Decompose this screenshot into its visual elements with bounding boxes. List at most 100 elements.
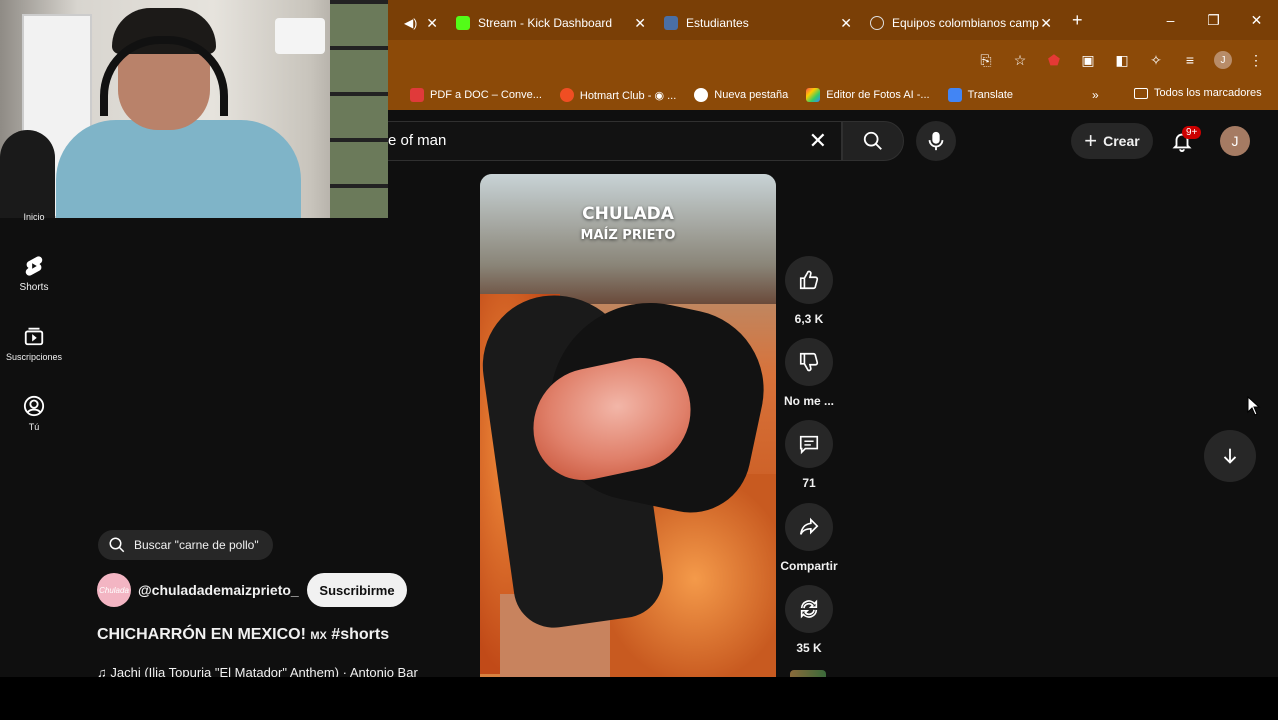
tab-kick-dashboard[interactable]: Stream - Kick Dashboard ✕ [446, 7, 654, 39]
new-tab-button[interactable]: + [1072, 10, 1083, 31]
you-icon [22, 394, 46, 418]
tab-current-audio[interactable]: ◀) ✕ [388, 7, 446, 39]
hotmart-icon [559, 88, 574, 102]
channel-name[interactable]: @chuladademaizprieto_ [138, 582, 299, 598]
screen: ◀) ✕ Stream - Kick Dashboard ✕ Estudiant… [0, 0, 1278, 720]
browser-tab-bar: ◀) ✕ Stream - Kick Dashboard ✕ Estudiant… [388, 0, 1278, 40]
microphone-icon [928, 131, 944, 151]
comments-button[interactable] [785, 420, 833, 468]
sidebar-item-inicio[interactable]: Inicio [0, 212, 68, 222]
like-action: 6,3 K [784, 256, 834, 326]
account-avatar[interactable]: J [1220, 126, 1250, 156]
globe-icon [694, 88, 709, 102]
remix-icon [800, 599, 818, 619]
dislike-button[interactable] [785, 338, 833, 386]
all-bookmarks-label: Todos los marcadores [1154, 87, 1262, 99]
like-count: 6,3 K [794, 312, 824, 326]
tab-label: Equipos colombianos camp [892, 16, 1039, 30]
webcam-person-shirt [56, 120, 301, 218]
thumbs-up-icon [799, 270, 819, 290]
tab-label: Estudiantes [686, 16, 749, 30]
bookmarks-bar: PDF a DOC – Conve... Hotmart Club - ◉ ..… [388, 80, 1278, 110]
extension-grey-icon[interactable]: ◧ [1112, 50, 1132, 70]
search-button[interactable] [842, 121, 904, 161]
tab-estudiantes[interactable]: Estudiantes ✕ [654, 7, 860, 39]
all-bookmarks-button[interactable]: Todos los marcadores [1134, 87, 1262, 99]
minimize-button[interactable]: – [1149, 0, 1192, 40]
sidebar-item-label: Inicio [23, 212, 45, 222]
dislike-action: No me ... [784, 338, 834, 408]
install-app-icon[interactable]: ⎘ [976, 50, 996, 70]
like-button[interactable] [785, 256, 833, 304]
bookmark-label: Hotmart Club - ◉ ... [579, 89, 677, 102]
pdf-icon [410, 88, 424, 102]
sidebar-item-label: Suscripciones [5, 352, 63, 362]
sidebar-item-label: Shorts [19, 282, 49, 293]
tab-close-icon[interactable]: ✕ [426, 15, 438, 32]
sidebar-item-suscripciones[interactable]: Suscripciones [0, 324, 68, 362]
bookmark-nueva-pestana[interactable]: Nueva pestaña [694, 88, 788, 102]
search-icon [863, 131, 882, 150]
bookmarks-overflow-icon[interactable]: » [1092, 88, 1099, 102]
bookmark-hotmart[interactable]: Hotmart Club - ◉ ... [559, 88, 677, 102]
share-label: Compartir [780, 559, 838, 573]
arrow-down-icon [1223, 448, 1237, 464]
sidebar-item-shorts[interactable]: Shorts [0, 254, 68, 293]
kick-favicon-icon [456, 16, 470, 30]
folder-icon [1134, 87, 1148, 99]
close-window-button[interactable]: ✕ [1235, 0, 1278, 40]
bookmark-star-icon[interactable]: ☆ [1010, 50, 1030, 70]
comment-icon [799, 435, 819, 455]
tab-close-icon[interactable]: ✕ [1040, 15, 1052, 32]
extension-dark-icon[interactable]: ▣ [1078, 50, 1098, 70]
plus-icon: + [1084, 128, 1098, 153]
share-button[interactable] [785, 503, 833, 551]
voice-search-button[interactable] [916, 121, 956, 161]
sidebar-item-tu[interactable]: Tú [0, 394, 68, 432]
subscriptions-icon [22, 324, 46, 348]
toolbar-icons: ⎘ ☆ ⬟ ▣ ◧ ✧ ≡ J ⋮ [976, 50, 1266, 70]
next-short-button[interactable] [1204, 430, 1256, 482]
bookmark-label: Editor de Fotos AI -... [826, 89, 930, 101]
media-controls-icon[interactable]: ≡ [1180, 50, 1200, 70]
bookmark-editor-fotos[interactable]: Editor de Fotos AI -... [806, 88, 930, 102]
remix-button[interactable] [785, 585, 833, 633]
bookmark-pdf-a-doc[interactable]: PDF a DOC – Conve... [410, 88, 542, 102]
sidebar-item-label: Tú [28, 422, 40, 432]
share-icon [799, 517, 819, 535]
maximize-button[interactable]: ❐ [1192, 0, 1235, 40]
remix-count: 35 K [796, 641, 822, 655]
tab-close-icon[interactable]: ✕ [840, 15, 852, 32]
extensions-puzzle-icon[interactable]: ✧ [1146, 50, 1166, 70]
channel-avatar[interactable]: Chulada [97, 573, 131, 607]
translate-icon [947, 88, 962, 102]
remix-action: 35 K [784, 585, 834, 655]
shorts-icon [22, 254, 46, 278]
browser-menu-icon[interactable]: ⋮ [1246, 50, 1266, 70]
profile-avatar[interactable]: J [1214, 51, 1232, 69]
share-action: Compartir [780, 503, 838, 573]
bookmark-translate[interactable]: Translate [947, 88, 1014, 102]
bookmark-label: Translate [967, 89, 1014, 101]
create-button[interactable]: + Crear [1071, 123, 1153, 159]
hashtag-link[interactable]: #shorts [331, 626, 389, 643]
short-video-player[interactable]: CHULADA MAÍZ PRIETO [480, 174, 776, 677]
thumbs-down-icon [799, 352, 819, 372]
clear-search-icon[interactable]: ✕ [809, 128, 827, 154]
dislike-label: No me ... [784, 394, 835, 408]
extension-red-icon[interactable]: ⬟ [1044, 50, 1064, 70]
comment-count: 71 [802, 476, 816, 490]
tab-close-icon[interactable]: ✕ [634, 15, 646, 32]
video-overlay-subtitle: MAÍZ PRIETO [580, 228, 676, 243]
bottom-letterbox [0, 677, 1278, 720]
search-input[interactable]: e of man ✕ [388, 121, 842, 161]
related-search-label: Buscar "carne de pollo" [134, 538, 259, 552]
tab-equipos[interactable]: Equipos colombianos camp ✕ [860, 7, 1060, 39]
webcam-chair [0, 130, 55, 218]
subscribe-button[interactable]: Suscribirme [307, 573, 407, 607]
window-controls: – ❐ ✕ [1149, 0, 1278, 40]
globe-favicon-icon [870, 16, 884, 30]
search-input-value: e of man [388, 132, 447, 149]
audio-icon: ◀) [404, 16, 418, 30]
related-search-chip[interactable]: Buscar "carne de pollo" [98, 530, 273, 560]
